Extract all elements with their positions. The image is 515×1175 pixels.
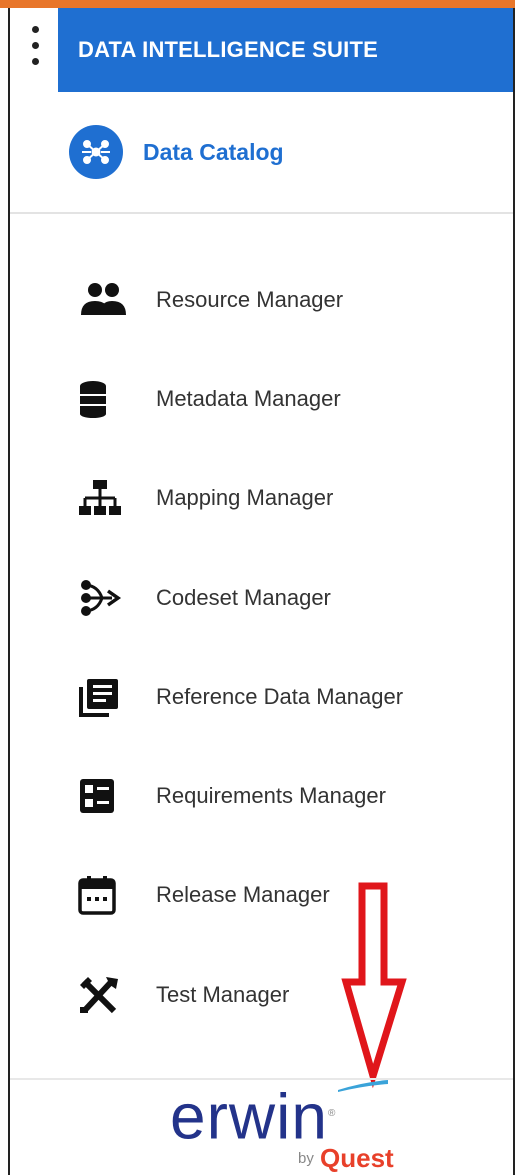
kebab-menu-icon[interactable] <box>26 24 46 70</box>
suite-title: DATA INTELLIGENCE SUITE <box>78 37 378 62</box>
checklist-icon <box>78 773 136 819</box>
menu-item-label: Codeset Manager <box>156 584 331 610</box>
logo-swoosh-icon <box>338 1080 388 1092</box>
tools-icon <box>78 972 136 1018</box>
people-icon <box>78 277 136 323</box>
database-icon <box>78 376 136 422</box>
menu-item-codeset-manager[interactable]: Codeset Manager <box>78 548 498 647</box>
menu-item-label: Metadata Manager <box>156 385 341 411</box>
menu-item-label: Requirements Manager <box>156 783 386 809</box>
menu-item-label: Resource Manager <box>156 286 344 312</box>
menu-item-mapping-manager[interactable]: Mapping Manager <box>78 449 498 548</box>
data-catalog-label: Data Catalog <box>143 138 284 165</box>
menu-item-label: Reference Data Manager <box>156 683 404 709</box>
manager-menu: Resource Manager Metadata Manager Mappin… <box>78 250 498 1044</box>
menu-item-label: Release Manager <box>156 882 330 908</box>
menu-item-release-manager[interactable]: Release Manager <box>78 846 498 945</box>
calendar-icon <box>78 872 136 918</box>
quest-wordmark: Quest <box>320 1143 394 1173</box>
top-accent-bar <box>0 0 515 8</box>
erwin-by-quest-logo: erwin® by Quest <box>170 1080 410 1175</box>
menu-item-label: Test Manager <box>156 981 290 1007</box>
menu-item-resource-manager[interactable]: Resource Manager <box>78 250 498 349</box>
menu-item-reference-data-manager[interactable]: Reference Data Manager <box>78 647 498 746</box>
logo-by-text: by <box>298 1150 314 1167</box>
red-down-arrow-annotation <box>341 882 407 1089</box>
hierarchy-icon <box>78 475 136 521</box>
library-books-icon <box>78 674 136 720</box>
panel-left-border <box>8 8 10 1175</box>
menu-item-metadata-manager[interactable]: Metadata Manager <box>78 349 498 448</box>
menu-item-label: Mapping Manager <box>156 485 334 511</box>
data-catalog-icon <box>69 125 123 179</box>
header-divider <box>10 212 513 214</box>
erwin-wordmark: erwin® <box>170 1080 337 1153</box>
data-catalog-link[interactable]: Data Catalog <box>69 124 284 180</box>
suite-title-bar[interactable]: DATA INTELLIGENCE SUITE <box>58 8 513 92</box>
menu-item-requirements-manager[interactable]: Requirements Manager <box>78 746 498 845</box>
branch-arrow-icon <box>78 575 136 621</box>
menu-item-test-manager[interactable]: Test Manager <box>78 945 498 1044</box>
